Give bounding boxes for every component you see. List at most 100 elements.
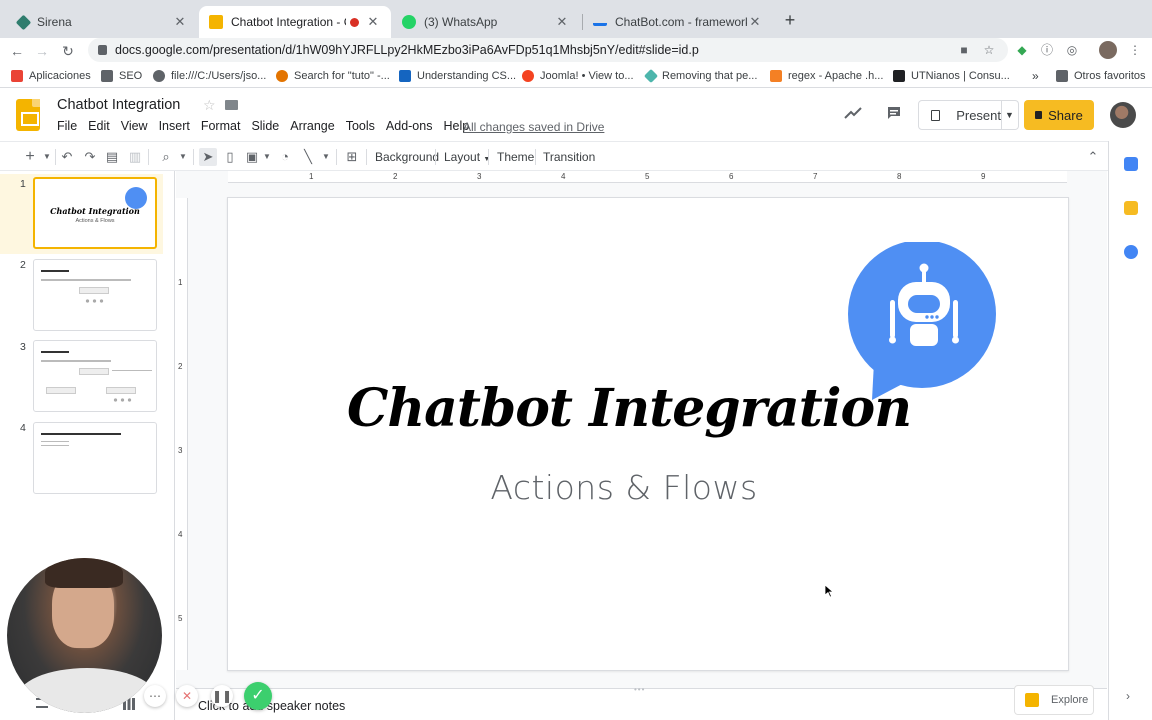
- zoom-caret-icon[interactable]: ▼: [174, 148, 192, 166]
- tab-chatbot-com[interactable]: ChatBot.com - framework for c ✕: [583, 6, 773, 38]
- background-button[interactable]: Background: [375, 148, 439, 166]
- new-slide-icon[interactable]: +: [21, 148, 39, 166]
- bookmark-file[interactable]: file:///C:/Users/jso...: [153, 68, 266, 84]
- slide-thumbnail-2[interactable]: [33, 259, 157, 331]
- cancel-recording-icon[interactable]: ✕: [176, 685, 198, 707]
- close-tab-icon[interactable]: ✕: [172, 14, 188, 30]
- zoom-icon[interactable]: ⌕: [157, 148, 175, 166]
- address-bar[interactable]: docs.google.com/presentation/d/1hW09hYJR…: [88, 38, 1008, 62]
- shape-icon[interactable]: ◔: [276, 148, 294, 166]
- menu-tools[interactable]: Tools: [346, 119, 375, 133]
- menu-file[interactable]: File: [57, 119, 77, 133]
- present-options-button[interactable]: ▼: [1001, 100, 1019, 130]
- bookmark-joomla[interactable]: Joomla! • View to...: [522, 68, 634, 84]
- select-cursor-icon[interactable]: ➤: [199, 148, 217, 166]
- back-button[interactable]: ←: [7, 41, 27, 61]
- other-bookmarks[interactable]: Otros favoritos: [1056, 68, 1146, 84]
- bookmark-label: regex - Apache .h...: [788, 70, 884, 82]
- tab-whatsapp[interactable]: (3) WhatsApp ✕: [392, 6, 580, 38]
- text-box-icon[interactable]: ▯: [221, 148, 239, 166]
- star-icon[interactable]: ☆: [203, 97, 216, 114]
- activity-trend-icon[interactable]: [843, 105, 863, 125]
- ruler-mark: 5: [645, 172, 650, 181]
- horizontal-ruler[interactable]: 1 2 3 4 5 6 7 8 9: [228, 171, 1067, 183]
- paint-format-icon[interactable]: ▥: [126, 148, 144, 166]
- bookmark-understanding-css[interactable]: Understanding CS...: [399, 68, 516, 84]
- account-avatar[interactable]: [1110, 102, 1136, 128]
- print-icon[interactable]: ▤: [103, 148, 121, 166]
- reload-button[interactable]: ↻: [58, 41, 78, 61]
- webcam-overlay: [7, 558, 162, 713]
- tasks-icon[interactable]: [1124, 245, 1138, 259]
- finish-recording-icon[interactable]: ✓: [244, 682, 272, 710]
- new-slide-layout-caret-icon[interactable]: ▼: [38, 148, 56, 166]
- info-extension-icon[interactable]: ⓘ: [1039, 42, 1055, 58]
- menu-addons[interactable]: Add-ons: [386, 119, 433, 133]
- bookmark-aplicaciones[interactable]: Aplicaciones: [11, 68, 91, 84]
- slides-logo-icon[interactable]: [16, 99, 40, 131]
- theme-button[interactable]: Theme: [497, 148, 534, 166]
- menu-format[interactable]: Format: [201, 119, 241, 133]
- add-comment-icon[interactable]: ⊞: [343, 148, 361, 166]
- close-tab-icon[interactable]: ✕: [365, 14, 381, 30]
- line-caret-icon[interactable]: ▼: [317, 148, 335, 166]
- ruler-mark: 9: [981, 172, 986, 181]
- share-button[interactable]: Share: [1024, 100, 1094, 130]
- slide-thumbnail-3[interactable]: [33, 340, 157, 412]
- explore-button[interactable]: Explore: [1014, 685, 1094, 715]
- comments-icon[interactable]: [884, 105, 904, 125]
- vertical-ruler[interactable]: 1 2 3 4 5: [176, 198, 188, 670]
- browser-menu-icon[interactable]: ⋮: [1127, 42, 1143, 58]
- layout-button[interactable]: Layout ▼: [444, 148, 490, 166]
- close-tab-icon[interactable]: ✕: [554, 14, 570, 30]
- slide-1-canvas[interactable]: Chatbot Integration Actions & Flows: [227, 197, 1069, 671]
- menu-arrange[interactable]: Arrange: [290, 119, 334, 133]
- menu-view[interactable]: View: [121, 119, 148, 133]
- more-options-icon[interactable]: ⋯: [144, 685, 166, 707]
- tab-sirena[interactable]: Sirena ✕: [8, 6, 198, 38]
- notes-resize-handle[interactable]: •••: [634, 685, 645, 694]
- bookmark-seo[interactable]: SEO: [101, 68, 142, 84]
- ruler-mark: 7: [813, 172, 818, 181]
- collapse-menus-icon[interactable]: ⌃: [1084, 148, 1102, 166]
- save-status-link[interactable]: All changes saved in Drive: [463, 120, 604, 134]
- redo-icon[interactable]: ↷: [81, 148, 99, 166]
- keep-icon[interactable]: [1124, 201, 1138, 215]
- bookmark-star-icon[interactable]: ☆: [981, 42, 997, 58]
- move-folder-icon[interactable]: [225, 100, 238, 110]
- tab-chatbot-integration[interactable]: Chatbot Integration - Goog ✕: [199, 6, 391, 38]
- calendar-icon[interactable]: [1124, 157, 1138, 171]
- menu-slide[interactable]: Slide: [251, 119, 279, 133]
- more-bookmarks-button[interactable]: »: [1032, 68, 1039, 84]
- bookmark-regex[interactable]: regex - Apache .h...: [770, 68, 883, 84]
- line-icon[interactable]: ╲: [299, 148, 317, 166]
- undo-icon[interactable]: ↶: [58, 148, 76, 166]
- image-caret-icon[interactable]: ▼: [258, 148, 276, 166]
- sync-extension-icon[interactable]: ◎: [1064, 42, 1080, 58]
- forward-button[interactable]: →: [32, 41, 52, 61]
- slide-title[interactable]: Chatbot Integration: [228, 378, 1030, 439]
- slide-number: 3: [20, 341, 26, 353]
- pause-recording-icon[interactable]: ❚❚: [211, 685, 233, 707]
- expand-side-panel-icon[interactable]: ›: [1126, 689, 1130, 703]
- slide-thumbnail-4[interactable]: [33, 422, 157, 494]
- bookmark-search-tuto[interactable]: Search for "tuto" -...: [276, 68, 390, 84]
- document-title[interactable]: Chatbot Integration: [57, 97, 180, 113]
- menu-edit[interactable]: Edit: [88, 119, 110, 133]
- present-button[interactable]: Present: [918, 100, 1002, 130]
- bookmark-removing[interactable]: Removing that pe...: [643, 68, 757, 84]
- close-tab-icon[interactable]: ✕: [747, 14, 763, 30]
- toolbar-separator: [488, 149, 489, 165]
- bookmark-utnianos[interactable]: UTNianos | Consu...: [893, 68, 1010, 84]
- camera-icon[interactable]: ■: [956, 42, 972, 58]
- profile-avatar-icon[interactable]: [1099, 41, 1117, 59]
- extension-icon[interactable]: ◆: [1014, 42, 1030, 58]
- slide-thumbnail-1[interactable]: Chatbot Integration Actions & Flows: [33, 177, 157, 249]
- slide-subtitle[interactable]: Actions & Flows: [228, 468, 1020, 507]
- transition-button[interactable]: Transition: [543, 148, 595, 166]
- menu-insert[interactable]: Insert: [159, 119, 190, 133]
- new-tab-button[interactable]: +: [780, 10, 800, 30]
- speaker-notes[interactable]: Click to add speaker notes •••: [176, 685, 1107, 720]
- tab-title: ChatBot.com - framework for c: [615, 15, 747, 29]
- share-label: Share: [1048, 107, 1083, 123]
